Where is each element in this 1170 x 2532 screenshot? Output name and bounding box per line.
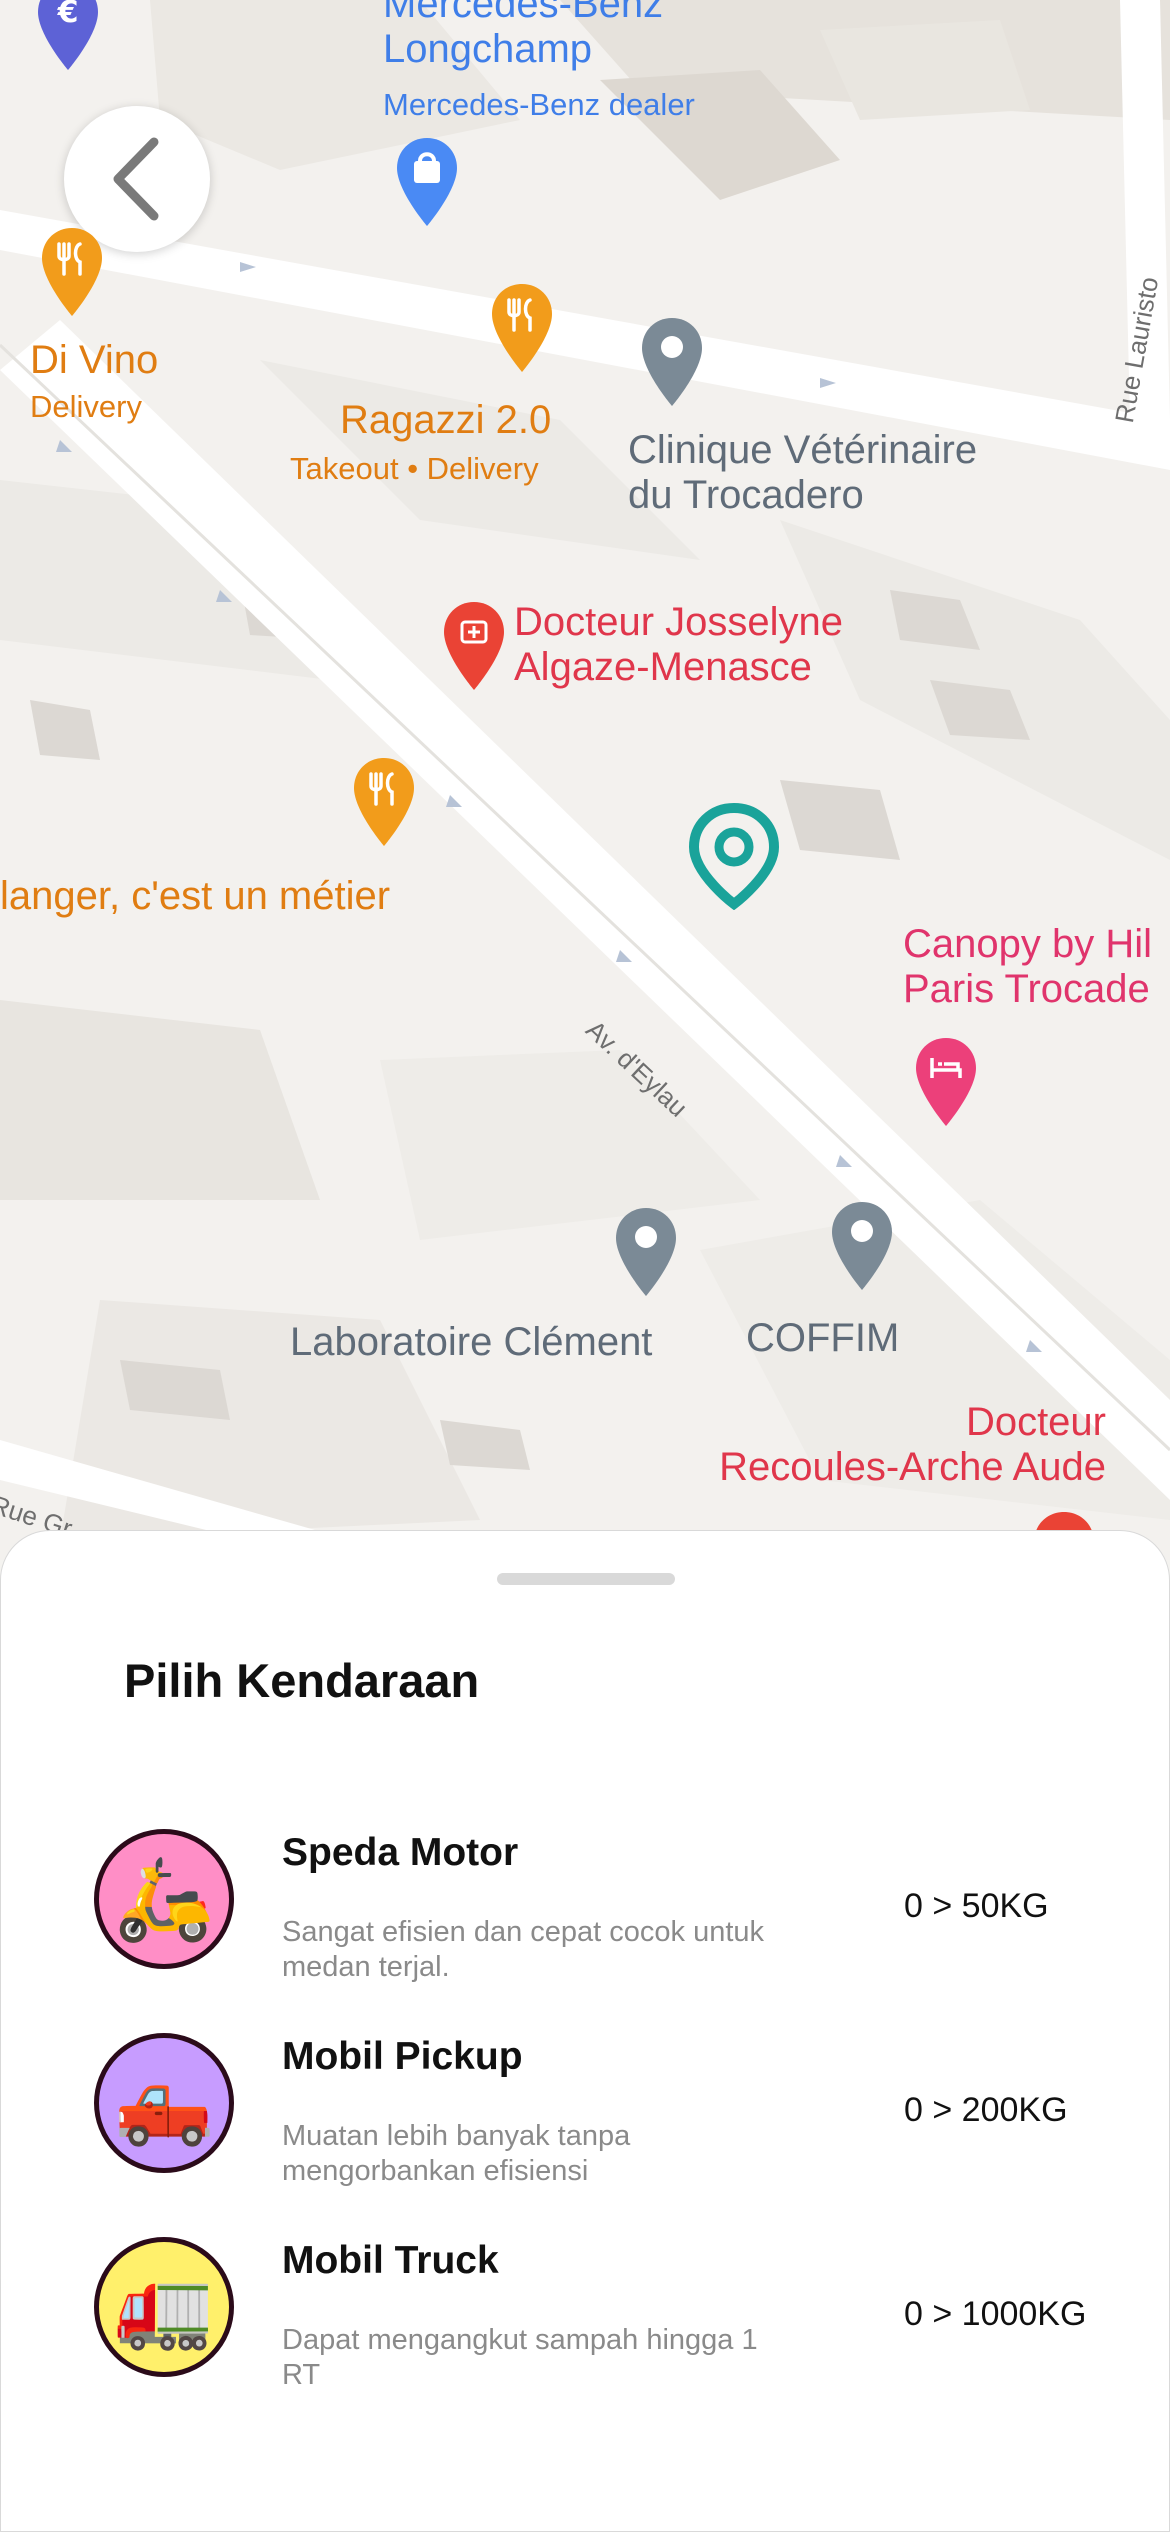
vehicle-description: Muatan lebih banyak tanpa mengorbankan e… [282, 2120, 631, 2187]
vehicle-description: Dapat mengangkut sampah hingga 1 RT [282, 2324, 758, 2391]
place-label-mercedes-line2: Longchamp [383, 26, 593, 71]
pickup-truck-icon: 🛻 [94, 2033, 234, 2173]
chevron-left-icon [113, 137, 159, 221]
vehicle-sheet: Pilih Kendaraan 🛵 Speda Motor Sangat efi… [0, 1530, 1170, 2532]
place-label-docteur-recoules-line2: Recoules-Arche Aude [719, 1444, 1106, 1489]
place-label-clinique-line2: du Trocadero [628, 472, 864, 517]
restaurant-pin-icon[interactable] [490, 282, 554, 376]
vehicle-emoji: 🛻 [114, 2058, 214, 2147]
place-label-docteur-josselyne[interactable]: Docteur Josselyne Algaze-Menasce [514, 600, 843, 690]
vehicle-option-motor[interactable]: 🛵 Speda Motor Sangat efisien dan cepat c… [1, 1829, 1169, 1999]
svg-text:€: € [57, 0, 79, 30]
vehicle-option-truck[interactable]: 🚛 Mobil Truck Dapat mengangkut sampah hi… [1, 2237, 1169, 2407]
place-label-mercedes[interactable]: Mercedes-Benz Longchamp [383, 0, 663, 72]
place-pin-icon[interactable] [640, 316, 704, 410]
place-type-mercedes: Mercedes-Benz dealer [383, 87, 695, 122]
place-label-boulanger[interactable]: langer, c'est un métier [0, 874, 390, 919]
place-label-mercedes-line1: Mercedes-Benz [383, 0, 664, 26]
place-label-clinique[interactable]: Clinique Vétérinaire du Trocadero [628, 428, 977, 518]
vehicle-emoji: 🚛 [114, 2262, 214, 2351]
truck-icon: 🚛 [94, 2237, 234, 2377]
vehicle-option-pickup[interactable]: 🛻 Mobil Pickup Muatan lebih banyak tanpa… [1, 2033, 1169, 2203]
vehicle-emoji: 🛵 [114, 1854, 214, 1943]
place-label-divino[interactable]: Di Vino [30, 338, 158, 383]
vehicle-name: Mobil Truck [282, 2239, 499, 2282]
vehicle-name: Mobil Pickup [282, 2035, 523, 2078]
vehicle-description: Sangat efisien dan cepat cocok untuk med… [282, 1916, 765, 1983]
place-label-canopy-line2: Paris Trocade [903, 966, 1150, 1011]
place-label-docteur-recoules-line1: Docteur [965, 1400, 1106, 1444]
place-sub-divino: Delivery [30, 389, 142, 424]
place-label-docteur-recoules[interactable]: Docteur Recoules-Arche Aude [686, 1400, 1106, 1490]
drag-handle[interactable] [497, 1573, 675, 1585]
sheet-title: Pilih Kendaraan [124, 1654, 480, 1707]
currency-exchange-pin-icon[interactable]: € [36, 0, 100, 74]
shopping-pin-icon[interactable] [395, 136, 459, 230]
location-pin-icon[interactable] [686, 802, 782, 910]
place-label-docteur-josselyne-line1: Docteur Josselyne [514, 600, 844, 644]
place-pin-icon[interactable] [830, 1200, 894, 1294]
hotel-pin-icon[interactable] [914, 1036, 978, 1130]
restaurant-pin-icon[interactable] [352, 756, 416, 850]
place-label-clinique-line1: Clinique Vétérinaire [628, 428, 978, 472]
place-pin-icon[interactable] [614, 1206, 678, 1300]
place-label-canopy[interactable]: Canopy by Hil Paris Trocade [903, 922, 1152, 1012]
place-label-canopy-line1: Canopy by Hil [903, 922, 1153, 966]
vehicle-capacity: 0 > 1000KG [904, 2295, 1087, 2333]
scooter-icon: 🛵 [94, 1829, 234, 1969]
vehicle-capacity: 0 > 50KG [904, 1887, 1049, 1925]
place-label-laboratoire[interactable]: Laboratoire Clément [290, 1320, 652, 1365]
vehicle-name: Speda Motor [282, 1831, 519, 1874]
map-view[interactable]: Av. d'Eylau Rue Lauristo Rue Gr € Merced… [0, 0, 1170, 1560]
place-label-ragazzi[interactable]: Ragazzi 2.0 [340, 398, 551, 443]
place-label-docteur-josselyne-line2: Algaze-Menasce [514, 644, 812, 689]
place-sub-ragazzi: Takeout • Delivery [290, 451, 539, 486]
place-label-coffim[interactable]: COFFIM [746, 1316, 899, 1361]
medical-pin-icon[interactable] [442, 600, 506, 694]
vehicle-capacity: 0 > 200KG [904, 2091, 1068, 2129]
restaurant-pin-icon[interactable] [40, 226, 104, 320]
